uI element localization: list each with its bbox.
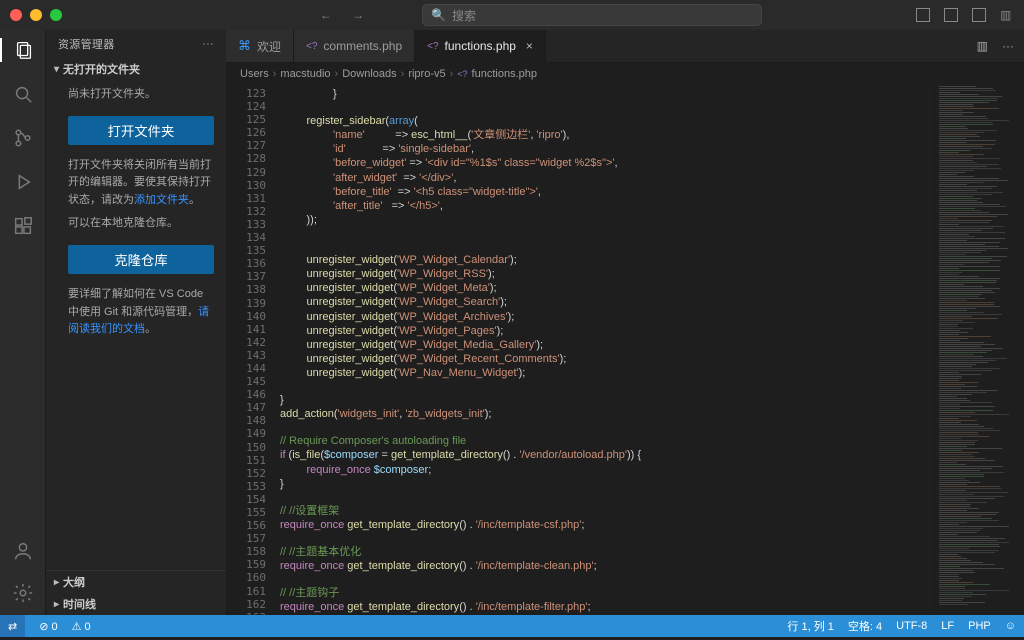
layout-toggle-panel-icon[interactable] [944, 8, 958, 22]
crumb[interactable]: Users [240, 68, 269, 80]
tab-comments-php[interactable]: <? comments.php [294, 30, 415, 62]
activity-search-icon[interactable] [11, 82, 35, 106]
msg-not-open: 尚未打开文件夹。 [68, 86, 214, 104]
nav-history: ← → [320, 8, 364, 22]
activity-bar [0, 30, 46, 615]
status-feedback-icon[interactable]: ☺ [1005, 620, 1016, 632]
titlebar-right-icons: ▥ [916, 8, 1014, 22]
editor-group: ⌘ 欢迎 <? comments.php <? functions.php × … [226, 30, 1024, 615]
activity-run-debug-icon[interactable] [11, 170, 35, 194]
activity-source-control-icon[interactable] [11, 126, 35, 150]
customize-layout-icon[interactable]: ▥ [1000, 8, 1014, 22]
window-controls [10, 9, 62, 21]
php-file-icon: <? [306, 41, 317, 52]
tab-welcome[interactable]: ⌘ 欢迎 [226, 30, 294, 62]
close-window-icon[interactable] [10, 9, 22, 21]
activity-extensions-icon[interactable] [11, 214, 35, 238]
crumb[interactable]: functions.php [472, 68, 537, 80]
sidebar-title: 资源管理器 ··· [46, 30, 226, 58]
crumb[interactable]: Downloads [342, 68, 396, 80]
layout-toggle-secondary-icon[interactable] [972, 8, 986, 22]
tab-label: comments.php [323, 39, 402, 53]
status-eol[interactable]: LF [941, 620, 954, 632]
sidebar-no-folder-section: 无打开的文件夹 尚未打开文件夹。 打开文件夹 打开文件夹将关闭所有当前打开的编辑… [46, 58, 226, 355]
status-indentation[interactable]: 空格: 4 [848, 618, 882, 634]
title-bar: ← → 🔍 搜索 ▥ [0, 0, 1024, 30]
tab-functions-php[interactable]: <? functions.php × [415, 30, 546, 62]
editor-more-icon[interactable]: ··· [1002, 39, 1014, 53]
clone-repo-button[interactable]: 克隆仓库 [68, 245, 214, 274]
add-folder-link[interactable]: 添加文件夹 [134, 194, 189, 206]
crumb[interactable]: macstudio [280, 68, 330, 80]
php-file-icon: <? [457, 69, 467, 79]
breadcrumbs[interactable]: Users› macstudio› Downloads› ripro-v5› <… [226, 63, 1024, 85]
open-folder-button[interactable]: 打开文件夹 [68, 116, 214, 145]
outline-section-header[interactable]: 大纲 [46, 571, 226, 593]
timeline-section-header[interactable]: 时间线 [46, 593, 226, 615]
search-icon: 🔍 [431, 8, 446, 22]
maximize-window-icon[interactable] [50, 9, 62, 21]
status-warnings[interactable]: ⚠ 0 [72, 620, 91, 633]
editor-body[interactable]: 123 124 125 126 127 128 129 130 131 132 … [226, 85, 1024, 615]
crumb[interactable]: ripro-v5 [408, 68, 445, 80]
layout-toggle-primary-icon[interactable] [916, 8, 930, 22]
no-folder-header[interactable]: 无打开的文件夹 [54, 58, 214, 80]
tab-label: functions.php [445, 39, 516, 53]
activity-settings-icon[interactable] [11, 581, 35, 605]
msg-docs: 要详细了解如何在 VS Code 中使用 Git 和源代码管理，请阅读我们的文档… [68, 286, 214, 339]
split-editor-icon[interactable]: ▥ [977, 39, 988, 53]
line-number-gutter: 123 124 125 126 127 128 129 130 131 132 … [226, 85, 280, 615]
activity-explorer-icon[interactable] [0, 38, 46, 62]
status-bar: ⇄ ⊘ 0 ⚠ 0 行 1, 列 1 空格: 4 UTF-8 LF PHP ☺ [0, 615, 1024, 637]
code-content[interactable]: } register_sidebar(array( 'name' => esc_… [280, 85, 934, 615]
status-encoding[interactable]: UTF-8 [896, 620, 927, 632]
activity-account-icon[interactable] [11, 539, 35, 563]
tab-label: 欢迎 [257, 38, 281, 55]
remote-indicator[interactable]: ⇄ [0, 615, 25, 637]
status-errors[interactable]: ⊘ 0 [39, 620, 57, 633]
close-tab-icon[interactable]: × [526, 39, 533, 53]
msg-clone: 可以在本地克隆仓库。 [68, 215, 214, 233]
msg-open-hint: 打开文件夹将关闭所有当前打开的编辑器。要使其保持打开状态，请改为添加文件夹。 [68, 157, 214, 210]
minimize-window-icon[interactable] [30, 9, 42, 21]
nav-forward-icon[interactable]: → [352, 8, 364, 22]
php-file-icon: <? [427, 41, 438, 52]
command-center-search[interactable]: 🔍 搜索 [422, 4, 762, 26]
status-language-mode[interactable]: PHP [968, 620, 991, 632]
minimap[interactable] [934, 85, 1024, 615]
search-placeholder: 搜索 [452, 7, 476, 24]
vscode-icon: ⌘ [238, 38, 251, 54]
sidebar-more-icon[interactable]: ··· [202, 38, 214, 50]
editor-tabs: ⌘ 欢迎 <? comments.php <? functions.php × … [226, 30, 1024, 63]
status-cursor-position[interactable]: 行 1, 列 1 [787, 618, 833, 634]
nav-back-icon[interactable]: ← [320, 8, 332, 22]
explorer-sidebar: 资源管理器 ··· 无打开的文件夹 尚未打开文件夹。 打开文件夹 打开文件夹将关… [46, 30, 226, 615]
